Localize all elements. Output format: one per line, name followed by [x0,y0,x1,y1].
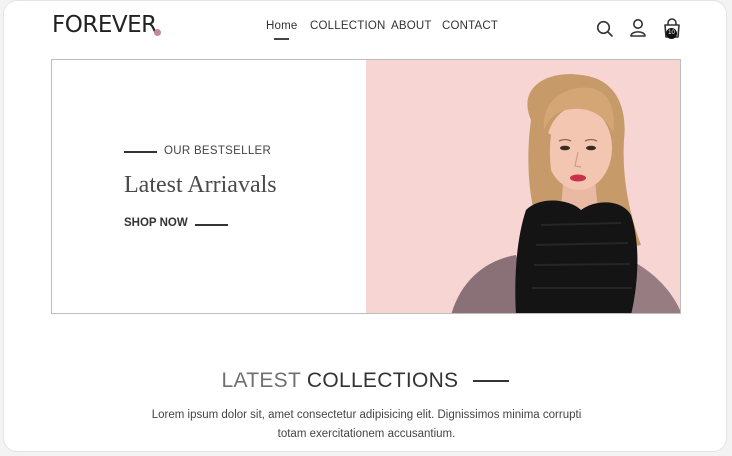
nav-home[interactable]: Home [266,20,297,32]
shopping-bag-icon[interactable]: 10 [662,17,682,41]
section-description-line2: totam exercitationem accusantium. [277,428,456,440]
nav-collection[interactable]: COLLECTION [310,20,386,32]
section-title-dark: COLLECTIONS [306,369,459,392]
eyebrow-line [124,151,157,153]
shop-now-button[interactable]: SHOP NOW [124,217,188,229]
section-title: LATEST COLLECTIONS [4,369,726,393]
cta-line [195,224,228,226]
section-title-line [472,380,509,383]
hero-banner: OUR BESTSELLER Latest Arriavals SHOP NOW [51,59,681,314]
page-frame: FOREVER Home COLLECTION ABOUT CONTACT 10… [3,0,727,452]
nav-active-indicator [274,38,289,40]
section-description-line1: Lorem ipsum dolor sit, amet consectetur … [151,409,582,421]
search-icon[interactable] [596,20,614,38]
nav-contact[interactable]: CONTACT [442,20,498,32]
main-nav: Home COLLECTION ABOUT CONTACT [4,20,726,40]
nav-about[interactable]: ABOUT [391,20,432,32]
model-photo [366,60,680,313]
hero-image [366,60,680,313]
cart-count-badge: 10 [666,28,677,39]
section-title-light: LATEST [221,369,301,392]
hero-eyebrow: OUR BESTSELLER [164,145,272,157]
profile-icon[interactable] [629,18,647,38]
hero-text-panel: OUR BESTSELLER Latest Arriavals SHOP NOW [52,60,366,313]
hero-headline: Latest Arriavals [124,172,277,198]
section-description: Lorem ipsum dolor sit, amet consectetur … [124,406,609,444]
